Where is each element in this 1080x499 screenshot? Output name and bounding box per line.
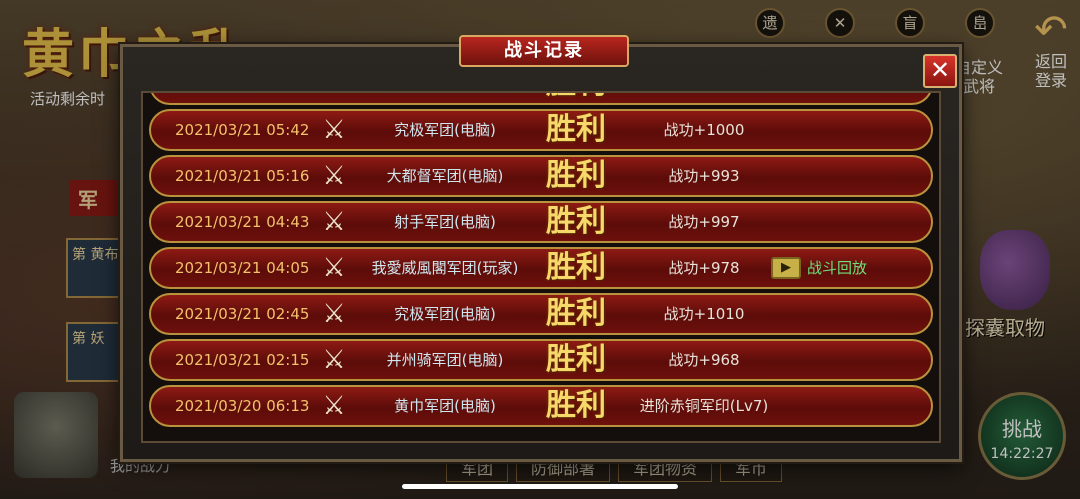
crossed-swords-icon: ⚔ (317, 93, 351, 103)
crossed-swords-icon: ⚔ (322, 253, 346, 283)
record-time: 2021/03/20 06:13 (175, 397, 310, 415)
battle-record-modal: 战斗记录 ✕ ⚔ 胜利 2021/03/21 05:42⚔究极军团(电脑)胜利战… (120, 35, 962, 462)
record-reward: 进阶赤铜军印(Lv7) (639, 397, 769, 415)
record-reward: 战功+978 (668, 259, 740, 277)
record-time: 2021/03/21 05:42 (175, 121, 310, 139)
record-result: 胜利 (546, 112, 606, 147)
record-row: 2021/03/21 05:42 ⚔ 究极军团(电脑) 胜利 战功+1000 (149, 109, 933, 151)
record-list[interactable]: ⚔ 胜利 2021/03/21 05:42⚔究极军团(电脑)胜利战功+10002… (141, 91, 941, 443)
record-time: 2021/03/21 04:05 (175, 259, 310, 277)
record-opponent: 并州骑军团(电脑) (386, 351, 504, 369)
crossed-swords-icon: ⚔ (322, 207, 346, 237)
close-button[interactable]: ✕ (923, 54, 957, 88)
record-time: 2021/03/21 02:15 (175, 351, 310, 369)
record-opponent: 黄巾军团(电脑) (394, 397, 496, 415)
record-reward: 战功+997 (668, 213, 740, 231)
record-result: 胜利 (546, 388, 606, 423)
crossed-swords-icon: ⚔ (322, 115, 346, 145)
record-time: 2021/03/21 05:16 (175, 167, 310, 185)
record-result: 胜利 (546, 204, 606, 239)
crossed-swords-icon: ⚔ (322, 345, 346, 375)
record-row: 2021/03/21 05:16 ⚔ 大都督军团(电脑) 胜利 战功+993 (149, 155, 933, 197)
close-icon: ✕ (929, 56, 951, 84)
record-row: 2021/03/21 04:43 ⚔ 射手军团(电脑) 胜利 战功+997 (149, 201, 933, 243)
record-list-inner: ⚔ 胜利 2021/03/21 05:42⚔究极军团(电脑)胜利战功+10002… (149, 93, 933, 431)
record-opponent: 究极军团(电脑) (394, 305, 496, 323)
crossed-swords-icon: ⚔ (322, 161, 346, 191)
record-row: 2021/03/21 02:15 ⚔ 并州骑军团(电脑) 胜利 战功+968 (149, 339, 933, 381)
record-result: 胜利 (535, 93, 617, 103)
record-result: 胜利 (546, 296, 606, 331)
replay-label: 战斗回放 (807, 259, 868, 277)
record-row: 2021/03/21 02:45 ⚔ 究极军团(电脑) 胜利 战功+1010 (149, 293, 933, 335)
record-opponent: 究极军团(电脑) (394, 121, 496, 139)
crossed-swords-icon: ⚔ (322, 391, 346, 421)
record-opponent: 射手军团(电脑) (394, 213, 496, 231)
record-result: 胜利 (546, 342, 606, 377)
record-opponent: 大都督军团(电脑) (386, 167, 504, 185)
record-reward: 战功+1010 (663, 305, 745, 323)
record-time: 2021/03/21 04:43 (175, 213, 310, 231)
replay-button[interactable]: ▶ 战斗回放 (771, 249, 867, 287)
record-result: 胜利 (546, 158, 606, 193)
record-row: 2021/03/21 04:05 ⚔ 我愛威風閣军团(玩家) 胜利 战功+978 ▶ 战斗回… (149, 247, 933, 289)
film-play-icon: ▶ (771, 257, 801, 279)
record-result: 胜利 (546, 250, 606, 285)
crossed-swords-icon: ⚔ (322, 299, 346, 329)
home-indicator[interactable] (402, 484, 678, 489)
record-reward: 战功+968 (668, 351, 740, 369)
record-opponent: 我愛威風閣军团(玩家) (371, 259, 519, 277)
record-time: 2021/03/21 02:45 (175, 305, 310, 323)
record-reward: 战功+1000 (663, 121, 745, 139)
record-reward: 战功+993 (668, 167, 740, 185)
modal-title: 战斗记录 (459, 35, 629, 67)
record-row: 2021/03/20 06:13 ⚔ 黄巾军团(电脑) 胜利 进阶赤铜军印(Lv7) (149, 385, 933, 427)
record-row-partial: ⚔ 胜利 (149, 93, 933, 105)
